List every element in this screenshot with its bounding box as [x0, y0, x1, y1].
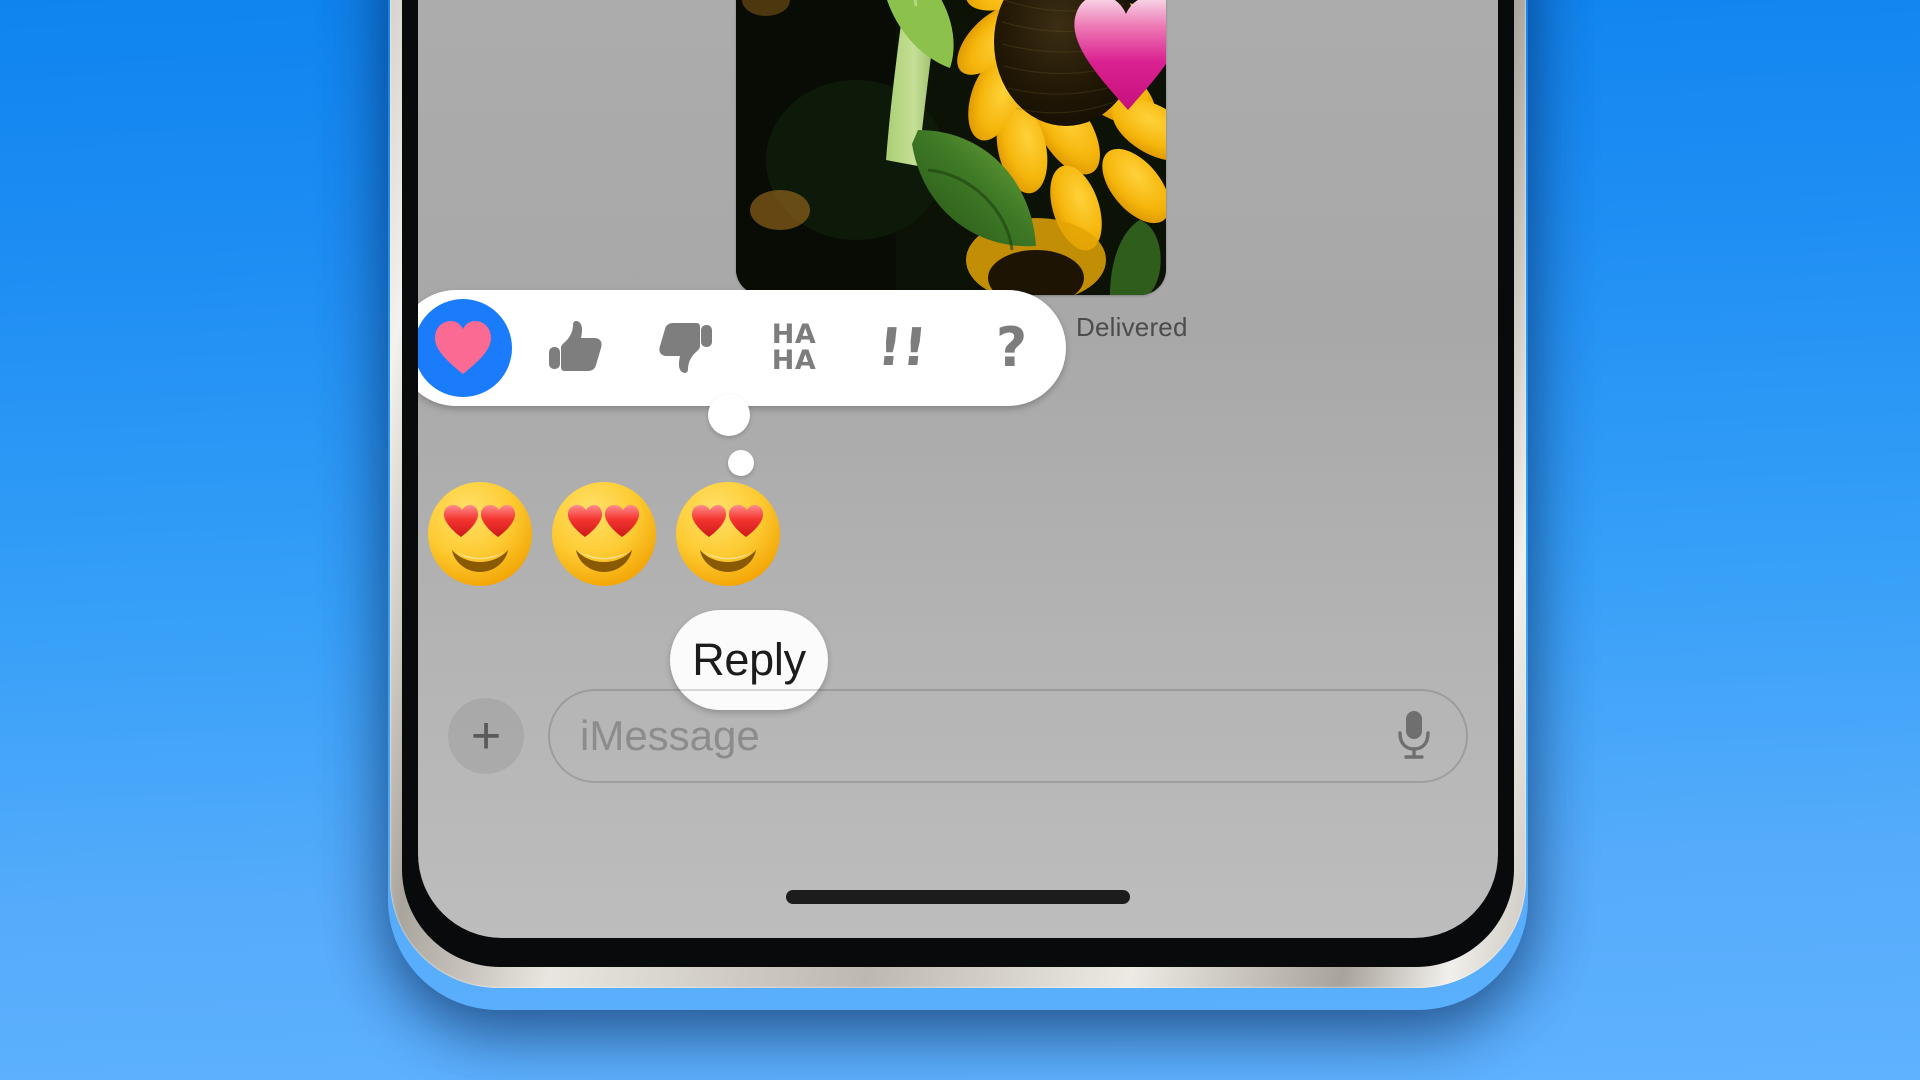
list-item[interactable]: [550, 480, 658, 588]
tapback-heart-selected-circle: [418, 299, 512, 397]
phone-screen: Delivered HA HA !! ? Reply + iMessage: [418, 0, 1498, 938]
message-composer-bar: + iMessage: [418, 676, 1498, 796]
heart-icon: [435, 321, 491, 374]
tapback-option-heart[interactable]: [418, 290, 522, 406]
tapback-option-question[interactable]: ?: [957, 290, 1066, 406]
sent-reactions-row: [418, 480, 846, 588]
microphone-icon[interactable]: [1392, 706, 1436, 767]
haha-line-2: HA: [771, 345, 817, 376]
tapback-popover: HA HA !! ?: [418, 290, 1098, 480]
tapback-tail-small-dot: [728, 450, 754, 476]
heart-eyes-emoji-icon: [428, 482, 532, 586]
question-mark-icon: ?: [995, 316, 1028, 379]
haha-icon: HA HA: [771, 321, 817, 376]
add-attachment-button[interactable]: +: [448, 698, 524, 774]
tapback-option-thumbsup[interactable]: [522, 290, 631, 406]
thumbs-down-icon: [659, 323, 713, 373]
tapback-tail-large-dot: [708, 394, 750, 436]
message-input-field[interactable]: iMessage: [548, 689, 1468, 783]
home-indicator: [786, 890, 1130, 904]
tapback-reaction-bar[interactable]: HA HA !! ?: [418, 290, 1066, 406]
tapback-option-thumbsdown[interactable]: [631, 290, 740, 406]
photo-message-bubble[interactable]: [736, 0, 1166, 295]
list-item[interactable]: [426, 480, 534, 588]
tapback-option-haha[interactable]: HA HA: [740, 290, 849, 406]
message-input-placeholder: iMessage: [580, 712, 760, 759]
heart-eyes-emoji-icon: [676, 482, 780, 586]
heart-eyes-emoji-icon: [552, 482, 656, 586]
tapback-option-emphasize[interactable]: !!: [848, 290, 957, 406]
screenshot-canvas: Delivered HA HA !! ? Reply + iMessage: [0, 0, 1920, 1080]
list-item[interactable]: [674, 480, 782, 588]
thumbs-up-icon: [549, 321, 603, 371]
double-exclamation-icon: !!: [874, 318, 931, 378]
plus-icon: +: [470, 707, 502, 765]
sunflower-photo: [736, 0, 1166, 295]
